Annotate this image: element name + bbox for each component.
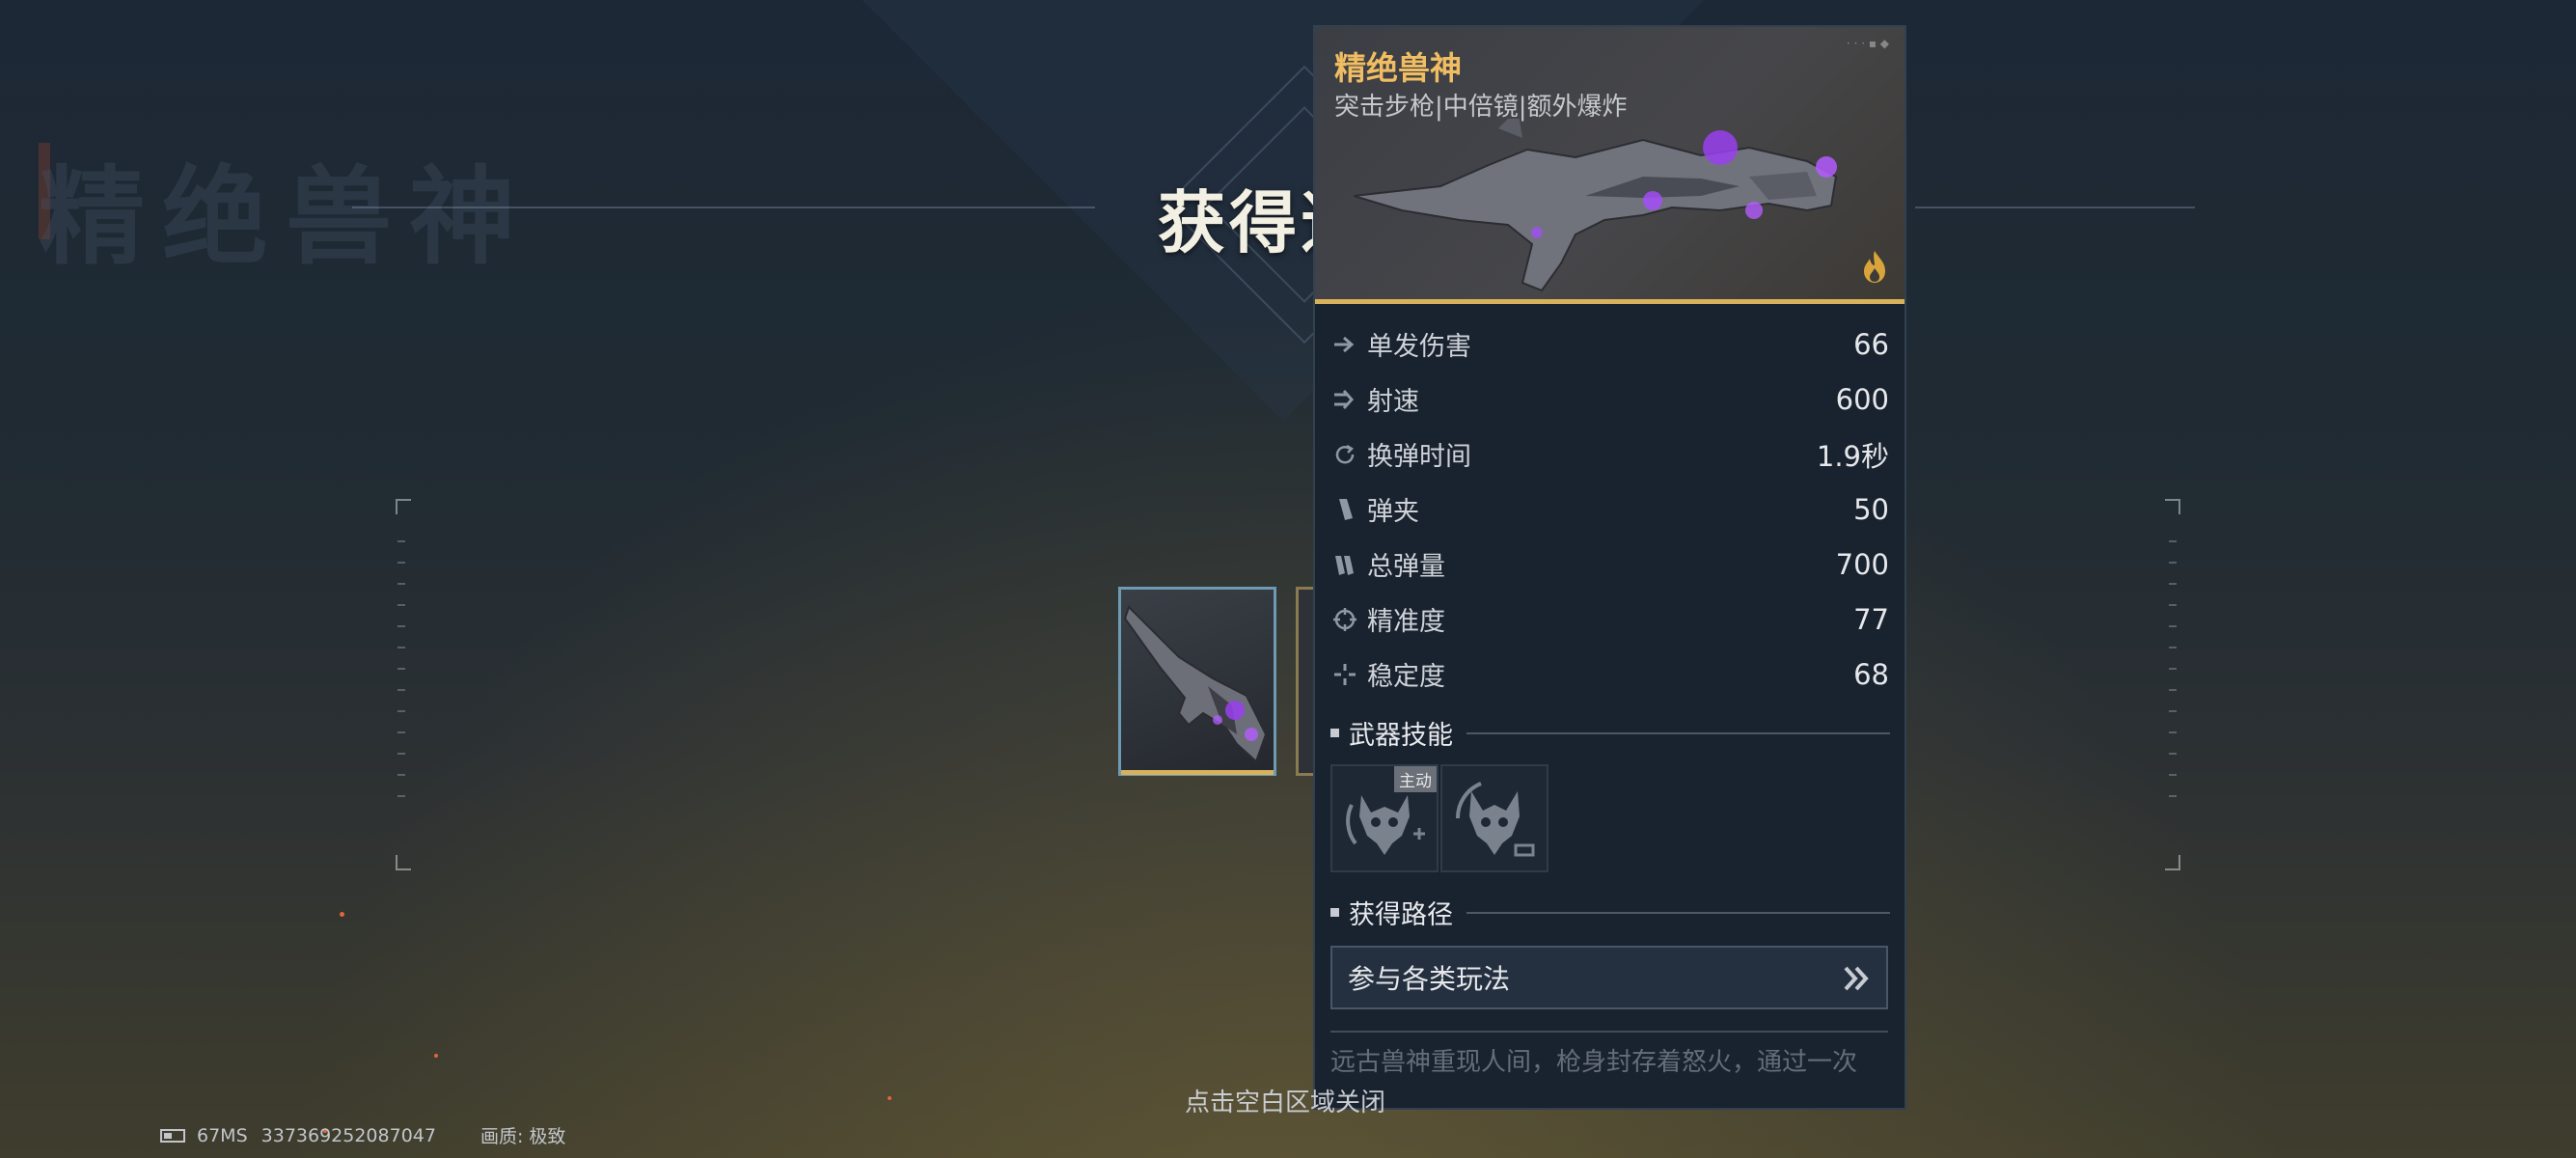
damage-icon <box>1330 330 1359 359</box>
header-line-right <box>1915 207 2195 208</box>
close-hint[interactable]: 点击空白区域关闭 <box>1185 1083 1385 1118</box>
skill-slot-passive[interactable] <box>1440 764 1548 872</box>
stat-value: 68 <box>1853 657 1889 691</box>
status-bar: 67MS 337369252087047 画质: 极致 <box>160 1122 565 1148</box>
section-title: 武器技能 <box>1349 721 1453 751</box>
stability-icon <box>1330 660 1359 689</box>
stat-label: 弹夹 <box>1367 497 1419 527</box>
header-line-left <box>352 207 1095 208</box>
crosshair-icon <box>1330 605 1359 634</box>
thumbnail-rarity-bar <box>1121 770 1274 775</box>
stat-row-damage: 单发伤害 66 <box>1315 317 1905 372</box>
beast-skull-skill-icon-2 <box>1455 782 1535 857</box>
stat-row-reload: 换弹时间 1.9秒 <box>1315 427 1905 482</box>
stat-row-stability: 稳定度 68 <box>1315 647 1905 702</box>
frame-corner-top-right <box>2165 499 2180 514</box>
section-marker <box>1330 729 1339 737</box>
frame-corner-bottom-right <box>2165 855 2180 870</box>
stat-value: 66 <box>1853 327 1889 361</box>
section-marker <box>1330 908 1339 917</box>
item-thumbnail-next[interactable] <box>1296 587 1313 776</box>
frame-corner-bottom-left <box>396 855 411 870</box>
header-decoration: · · · ▪ ◆ <box>1846 37 1889 50</box>
weapon-stats-list: 单发伤害 66 射速 600 换弹时间 1.9秒 弹夹 50 总弹量 700 精… <box>1315 317 1905 702</box>
stat-label: 稳定度 <box>1367 662 1445 692</box>
stat-row-fire-rate: 射速 600 <box>1315 372 1905 427</box>
card-header: 精绝兽神 突击步枪|中倍镜|额外爆炸 · · · ▪ ◆ <box>1315 27 1905 302</box>
skill-slot-active[interactable]: 主动 <box>1330 764 1439 872</box>
stat-row-magazine: 弹夹 50 <box>1315 482 1905 537</box>
weapon-name: 精绝兽神 <box>1334 49 1462 87</box>
ember-particle <box>434 1054 438 1058</box>
stat-value: 700 <box>1835 547 1889 581</box>
stat-label: 射速 <box>1367 387 1419 417</box>
weapon-description: 远古兽神重现人间，枪身封存着怒火，通过一次 <box>1330 1048 1858 1077</box>
battery-icon <box>160 1128 185 1143</box>
magazine-icon <box>1330 495 1359 524</box>
stat-label: 单发伤害 <box>1367 332 1471 362</box>
section-divider <box>1466 731 1890 734</box>
stat-value: 1.9秒 <box>1816 439 1889 473</box>
section-title: 获得路径 <box>1349 900 1453 930</box>
frame-corner-top-left <box>396 499 411 514</box>
stat-value: 600 <box>1835 382 1889 416</box>
source-button-label: 参与各类玩法 <box>1348 963 1511 995</box>
stat-value: 77 <box>1853 602 1889 636</box>
fire-rate-icon <box>1330 385 1359 414</box>
weapon-type-line: 突击步枪|中倍镜|额外爆炸 <box>1334 93 1628 122</box>
rifle-thumbnail-art <box>1123 605 1268 763</box>
quality-value: 极致 <box>529 1126 566 1147</box>
double-chevron-right-icon <box>1844 966 1869 991</box>
stat-row-total-ammo: 总弹量 700 <box>1315 537 1905 592</box>
source-button[interactable]: 参与各类玩法 <box>1330 946 1888 1009</box>
quality-label: 画质: <box>480 1126 524 1147</box>
item-thumbnail-selected[interactable] <box>1118 587 1276 776</box>
ping-value: 67MS <box>197 1124 248 1146</box>
user-id: 337369252087047 <box>260 1124 436 1146</box>
section-divider <box>1466 911 1890 914</box>
card-rarity-bar <box>1315 299 1905 304</box>
stat-label: 换弹时间 <box>1367 442 1471 472</box>
ember-particle <box>888 1096 891 1100</box>
stat-label: 精准度 <box>1367 607 1445 637</box>
total-ammo-icon <box>1330 550 1359 579</box>
stat-value: 50 <box>1853 492 1889 526</box>
tick-column-left <box>397 540 407 816</box>
item-detail-card: 精绝兽神 突击步枪|中倍镜|额外爆炸 · · · ▪ ◆ 单发伤害 66 射速 … <box>1313 25 1906 1110</box>
skill-active-badge: 主动 <box>1394 766 1437 792</box>
stat-label: 总弹量 <box>1367 552 1445 582</box>
stat-row-accuracy: 精准度 77 <box>1315 592 1905 647</box>
description-divider <box>1330 1031 1888 1033</box>
tick-column-right <box>2169 540 2179 816</box>
source-header: 获得路径 <box>1330 894 1890 931</box>
weapon-skills-header: 武器技能 <box>1330 714 1890 752</box>
reload-icon <box>1330 440 1359 469</box>
ember-particle <box>340 912 344 917</box>
rifle-artwork <box>1354 119 1838 292</box>
fire-element-icon <box>1864 251 1885 283</box>
